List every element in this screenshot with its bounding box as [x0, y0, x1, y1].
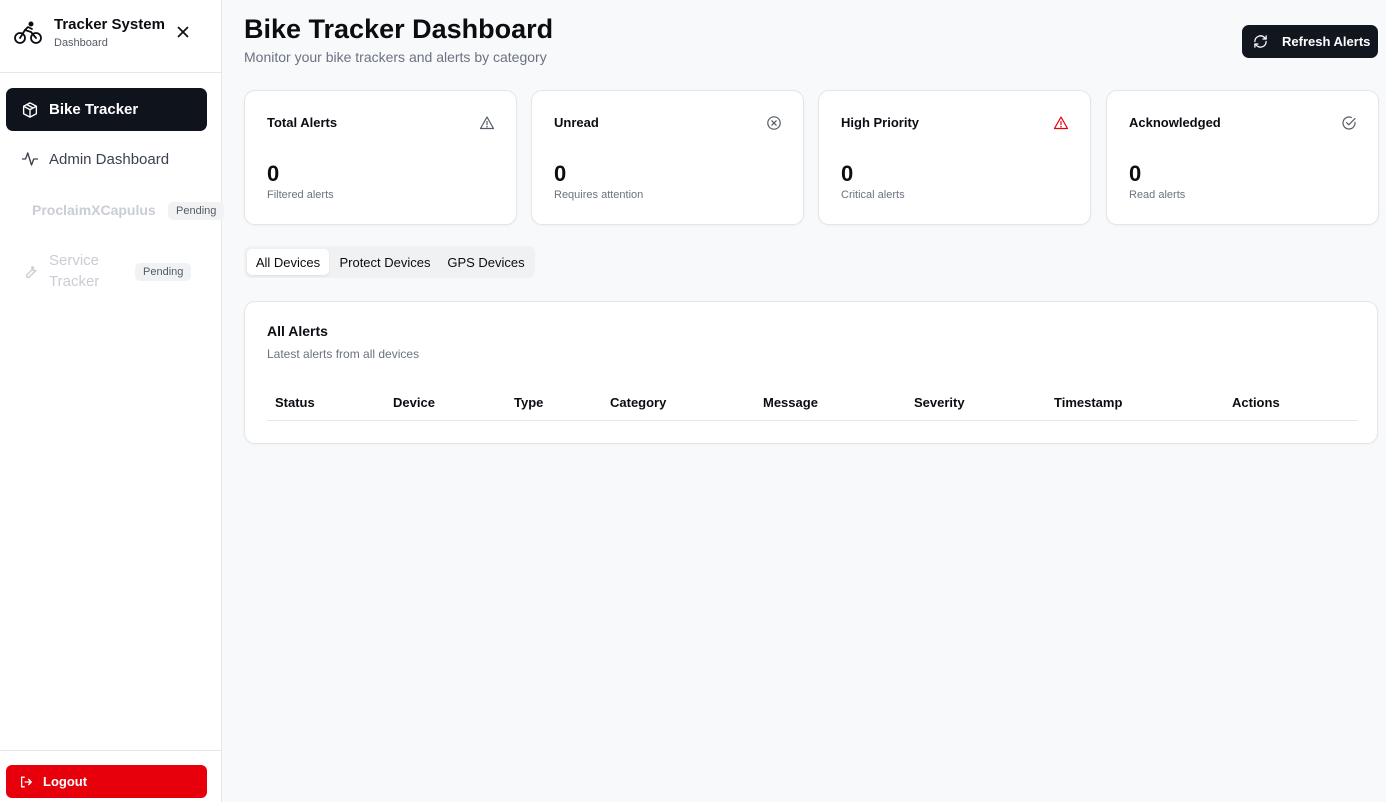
sidebar: Tracker System Dashboard Bike Tracker Ad… [0, 0, 225, 802]
device-tabs: All Devices Protect Devices GPS Devices [244, 246, 535, 278]
stat-note: Read alerts [1129, 189, 1186, 201]
refresh-icon [1254, 35, 1267, 48]
brand-header: Tracker System Dashboard [0, 0, 221, 73]
stat-title: Acknowledged [1129, 115, 1221, 130]
stat-card-high-priority: High Priority 0 Critical alerts [818, 90, 1091, 225]
stat-title: Unread [554, 115, 599, 130]
stat-value: 0 [841, 161, 854, 186]
column-header-status[interactable]: Status [275, 395, 315, 410]
stat-title: Total Alerts [267, 115, 338, 130]
sidebar-item-bike-tracker[interactable]: Bike Tracker [6, 88, 207, 131]
sidebar-item-proclaimxcapulus: ProclaimXCapulus Pending [6, 192, 225, 228]
sidebar-item-service-tracker: Service Tracker Pending [6, 248, 207, 294]
alerts-panel-title: All Alerts [267, 323, 328, 339]
sidebar-item-label: ProclaimXCapulus [32, 202, 156, 218]
logout-icon [20, 776, 32, 787]
tab-all-devices[interactable]: All Devices [247, 249, 329, 275]
page-subtitle: Monitor your bike trackers and alerts by… [244, 49, 547, 65]
bike-icon [14, 21, 42, 44]
stat-card-total-alerts: Total Alerts 0 Filtered alerts [244, 90, 517, 225]
alert-triangle-red-icon [1053, 116, 1069, 130]
tab-protect-devices[interactable]: Protect Devices [331, 249, 439, 275]
sidebar-item-label: Admin Dashboard [49, 150, 170, 168]
brand-subtitle: Dashboard [54, 37, 108, 49]
refresh-alerts-label: Refresh Alerts [1282, 34, 1371, 49]
page-title: Bike Tracker Dashboard [244, 14, 554, 44]
x-circle-icon [767, 116, 781, 130]
stat-value: 0 [554, 161, 567, 186]
column-header-timestamp[interactable]: Timestamp [1054, 395, 1122, 410]
column-header-category[interactable]: Category [610, 395, 666, 410]
sidebar-item-label: Service Tracker [49, 252, 100, 290]
column-header-severity[interactable]: Severity [914, 395, 965, 410]
column-header-actions[interactable]: Actions [1232, 395, 1280, 410]
sidebar-item-admin-dashboard[interactable]: Admin Dashboard [6, 140, 207, 178]
wrench-icon [25, 266, 37, 279]
tab-gps-devices[interactable]: GPS Devices [441, 249, 531, 275]
stat-note: Requires attention [554, 189, 644, 201]
column-header-type[interactable]: Type [514, 395, 543, 410]
brand-title: Tracker System [54, 16, 165, 33]
pending-badge: Pending [135, 263, 192, 281]
stat-card-acknowledged: Acknowledged 0 Read alerts [1106, 90, 1379, 225]
stat-note: Critical alerts [841, 189, 905, 201]
column-header-device[interactable]: Device [393, 395, 435, 410]
refresh-alerts-button[interactable]: Refresh Alerts [1242, 25, 1378, 58]
alerts-panel: All Alerts Latest alerts from all device… [244, 301, 1378, 444]
package-icon [22, 101, 38, 118]
sidebar-item-label: Bike Tracker [49, 101, 139, 118]
pending-badge: Pending [168, 202, 225, 220]
column-header-message[interactable]: Message [763, 395, 818, 410]
stat-title: High Priority [841, 115, 920, 130]
stat-note: Filtered alerts [267, 189, 334, 201]
alert-triangle-icon [479, 116, 495, 130]
activity-icon [21, 152, 39, 166]
stat-card-unread: Unread 0 Requires attention [531, 90, 804, 225]
close-icon[interactable] [175, 24, 191, 40]
alerts-panel-subtitle: Latest alerts from all devices [267, 347, 420, 361]
logout-button[interactable]: Logout [6, 765, 207, 798]
alerts-table-header: Status Device Type Category Message Seve… [267, 390, 1358, 421]
stat-value: 0 [267, 161, 280, 186]
logout-label: Logout [43, 774, 88, 789]
stat-value: 0 [1129, 161, 1142, 186]
check-circle-icon [1342, 116, 1356, 130]
